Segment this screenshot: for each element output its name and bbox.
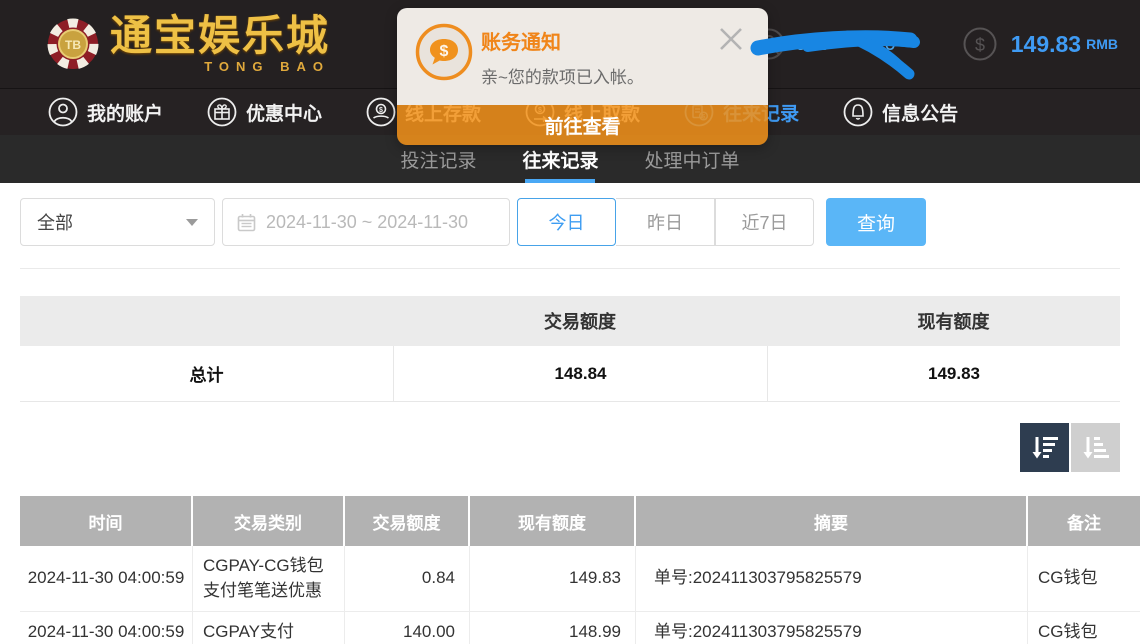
chevron-down-icon	[186, 219, 198, 226]
col-header-summary: 摘要	[636, 496, 1028, 546]
range-today-button[interactable]: 今日	[517, 198, 616, 246]
username[interactable]: che90	[795, 33, 897, 56]
quick-range-group: 今日 昨日 近7日	[517, 198, 814, 246]
cell-summary: 单号:202411303795825579	[636, 612, 1028, 644]
table-row: 2024-11-30 04:00:59 CGPAY-CG钱包支付笔笔送优惠 0.…	[20, 546, 1140, 612]
summary-header-transaction: 交易额度	[393, 296, 767, 346]
cell-remark: CG钱包	[1028, 546, 1140, 611]
notification-body: $ 账务通知 亲~您的款项已入帐。	[397, 8, 768, 105]
nav-label: 优惠中心	[246, 99, 322, 126]
svg-text:$: $	[440, 43, 449, 60]
svg-text:$: $	[379, 107, 383, 114]
content: 全部 2024-11-30 ~ 2024-11-30 今日 昨日 近7日	[0, 198, 1140, 644]
nav-item-my-account[interactable]: 我的账户	[48, 97, 163, 127]
col-header-time: 时间	[20, 496, 193, 546]
balance-currency: RMB	[1086, 36, 1118, 52]
nav-item-promotions[interactable]: 优惠中心	[207, 97, 322, 127]
cell-summary: 单号:202411303795825579	[636, 546, 1028, 611]
sort-descending-button[interactable]	[1020, 423, 1069, 472]
nav-label: 信息公告	[882, 99, 958, 126]
cell-type: CGPAY-CG钱包支付笔笔送优惠	[193, 546, 345, 611]
cell-time: 2024-11-30 04:00:59	[20, 546, 193, 611]
summary-header-blank	[20, 296, 393, 346]
sort-controls	[20, 423, 1120, 472]
brand-name-cn: 通宝娱乐城	[110, 15, 330, 57]
casino-chip-icon: TB	[46, 17, 100, 71]
go-view-button[interactable]: 前往查看	[397, 105, 768, 145]
dollar-chat-icon: $	[415, 23, 473, 81]
cell-remark: CG钱包	[1028, 612, 1140, 644]
notification-message: 亲~您的款项已入帐。	[481, 63, 644, 88]
nav-label: 我的账户	[87, 99, 163, 126]
date-range-input[interactable]: 2024-11-30 ~ 2024-11-30	[222, 198, 510, 246]
col-header-remark: 备注	[1028, 496, 1140, 546]
calendar-icon	[237, 213, 256, 232]
cell-current-amount: 148.99	[470, 612, 636, 644]
summary-total-current: 149.83	[767, 346, 1140, 401]
nav-item-announcements[interactable]: 信息公告	[843, 97, 958, 127]
records-table: 时间 交易类别 交易额度 现有额度 摘要 备注 2024-11-30 04:00…	[20, 496, 1140, 644]
svg-text:TB: TB	[65, 38, 81, 52]
user-icon	[48, 97, 78, 127]
summary-header-row: 交易额度 现有额度	[20, 296, 1120, 346]
svg-text:$: $	[975, 35, 985, 55]
notification-title: 账务通知	[481, 26, 561, 55]
summary-total-row: 总计 148.84 149.83	[20, 346, 1120, 402]
cell-time: 2024-11-30 04:00:59	[20, 612, 193, 644]
cell-type: CGPAY支付	[193, 612, 345, 644]
summary-table: 交易额度 现有额度 总计 148.84 149.83	[20, 296, 1120, 402]
balance-area[interactable]: $ 149.83 RMB	[963, 27, 1118, 61]
close-icon[interactable]	[716, 24, 746, 54]
dollar-coin-icon: $	[963, 27, 997, 61]
query-button[interactable]: 查询	[826, 198, 926, 246]
bell-icon	[843, 97, 873, 127]
notification-popup: $ 账务通知 亲~您的款项已入帐。 前往查看	[397, 8, 768, 145]
col-header-transaction-amount: 交易额度	[345, 496, 470, 546]
cell-transaction-amount: 140.00	[345, 612, 470, 644]
brand-logo[interactable]: TB 通宝娱乐城 TONG BAO	[46, 15, 330, 74]
summary-total-label: 总计	[20, 346, 393, 401]
brand-name-en: TONG BAO	[110, 59, 330, 74]
type-dropdown-value: 全部	[37, 209, 73, 235]
col-header-type: 交易类别	[193, 496, 345, 546]
gift-icon	[207, 97, 237, 127]
page: TB 通宝娱乐城 TONG BAO che90 $ 149.83 RMB	[0, 0, 1140, 644]
summary-header-current: 现有额度	[767, 296, 1140, 346]
col-header-current-amount: 现有额度	[470, 496, 636, 546]
divider	[20, 268, 1120, 269]
cell-current-amount: 149.83	[470, 546, 636, 611]
range-yesterday-button[interactable]: 昨日	[616, 198, 715, 246]
range-7days-button[interactable]: 近7日	[715, 198, 814, 246]
user-area: che90 $ 149.83 RMB	[753, 27, 1140, 61]
table-row: 2024-11-30 04:00:59 CGPAY支付 140.00 148.9…	[20, 612, 1140, 644]
sort-ascending-button[interactable]	[1071, 423, 1120, 472]
records-header-row: 时间 交易类别 交易额度 现有额度 摘要 备注	[20, 496, 1140, 546]
deposit-icon: $	[366, 97, 396, 127]
balance-amount: 149.83	[1011, 31, 1081, 58]
type-dropdown[interactable]: 全部	[20, 198, 215, 246]
filter-row: 全部 2024-11-30 ~ 2024-11-30 今日 昨日 近7日	[20, 198, 1120, 246]
cell-transaction-amount: 0.84	[345, 546, 470, 611]
sort-desc-icon	[1029, 432, 1061, 464]
summary-total-transaction: 148.84	[393, 346, 767, 401]
date-range-value: 2024-11-30 ~ 2024-11-30	[266, 212, 468, 233]
sort-asc-icon	[1080, 432, 1112, 464]
